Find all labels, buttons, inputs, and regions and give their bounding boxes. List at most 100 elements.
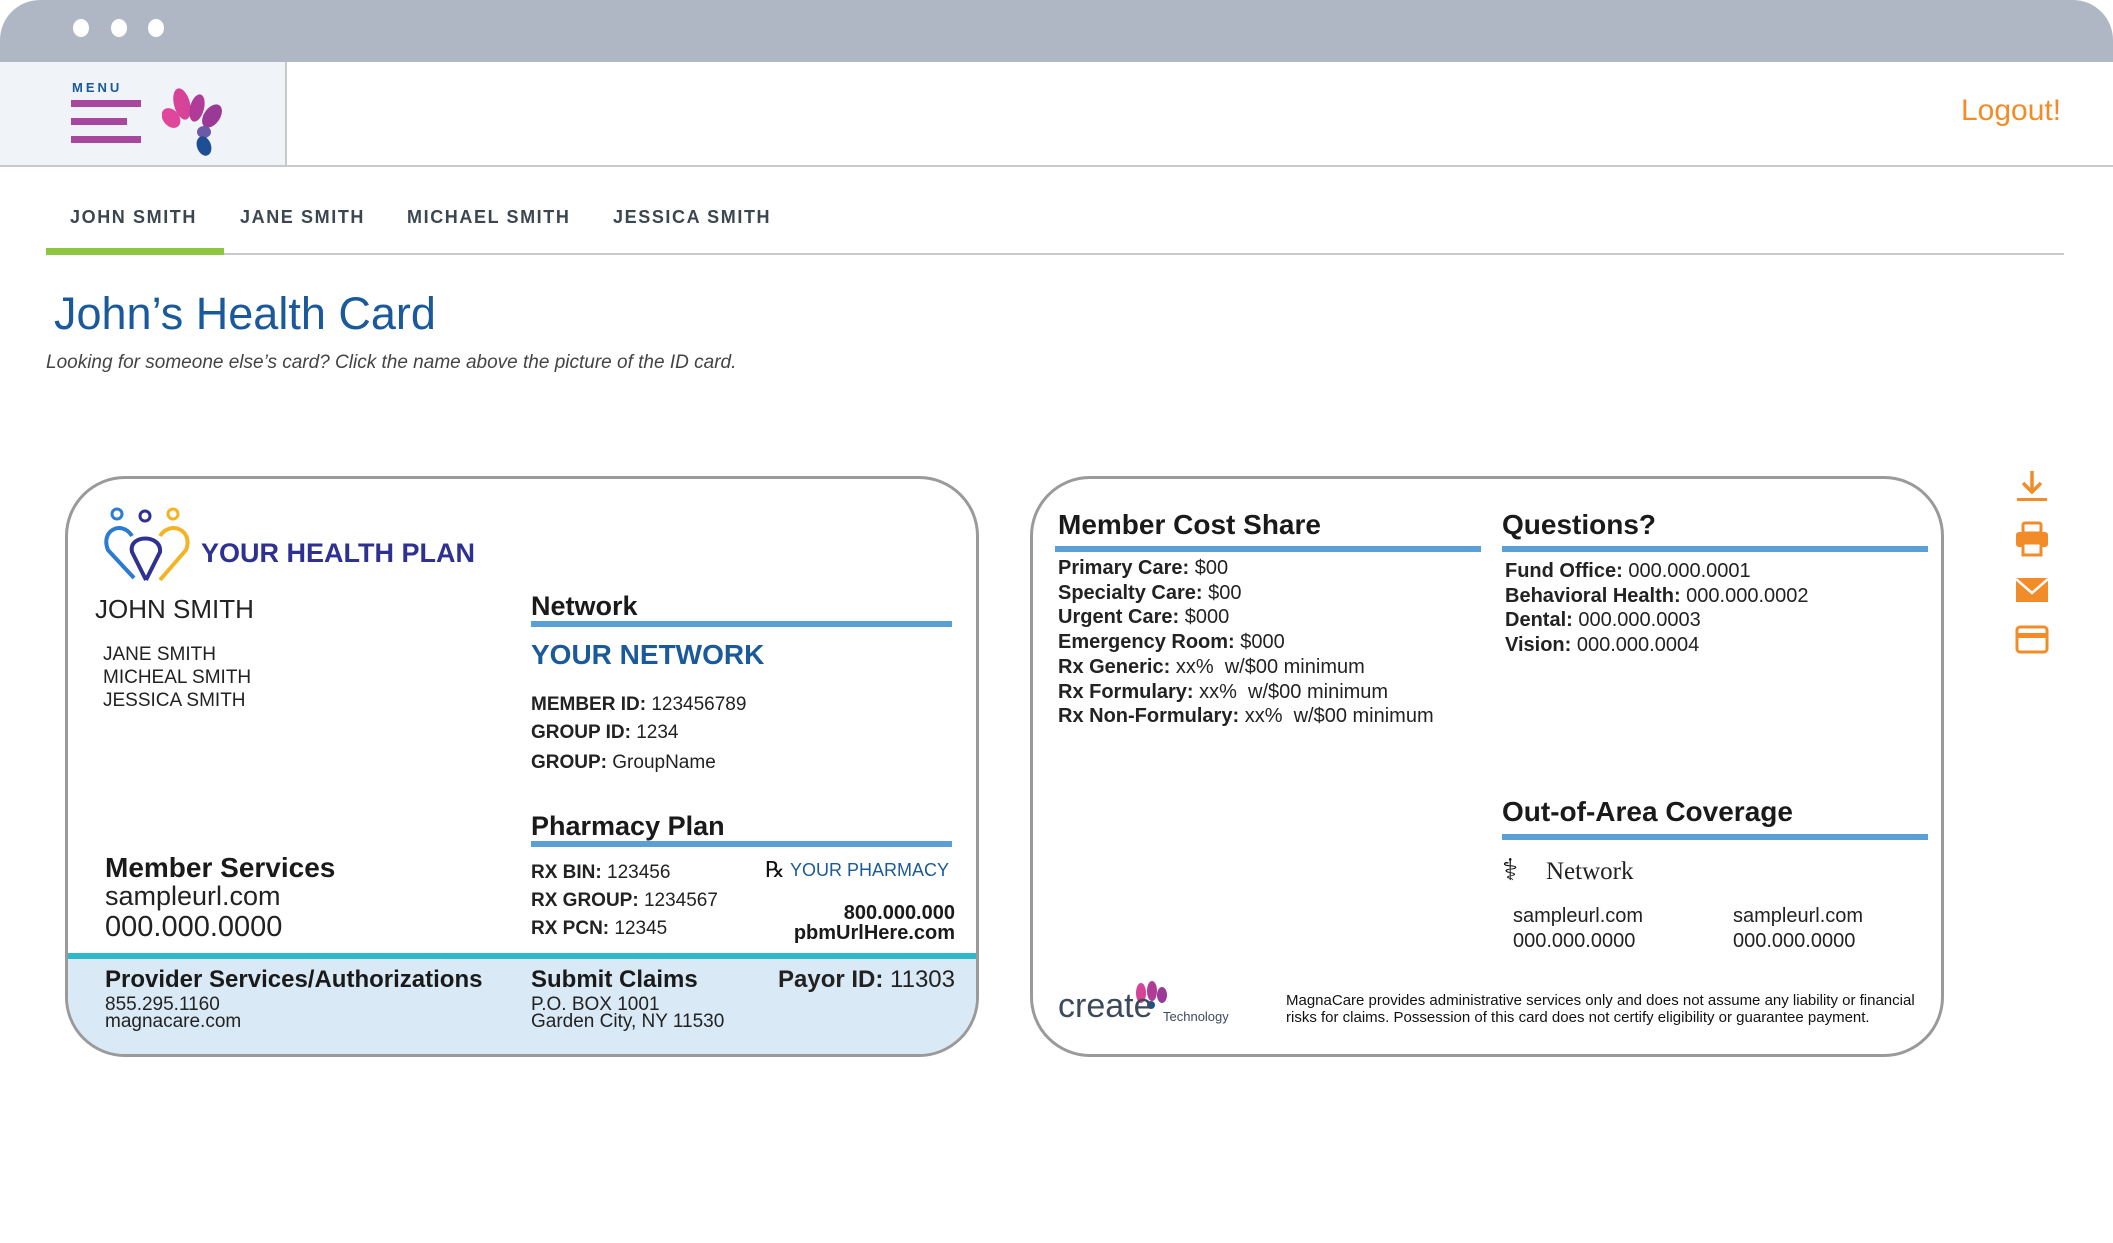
group-name: GROUP: GroupName [531,752,716,774]
value: 123456 [607,862,671,883]
section-rule [531,621,952,627]
pharmacy-url: pbmUrlHere.com [793,922,955,944]
questions-heading: Questions? [1502,509,1657,540]
label: RX BIN: [531,862,602,883]
value: 11303 [890,966,956,993]
create-logo-text: create [1058,987,1153,1025]
info-row: Emergency Room: $000 [1058,631,1285,654]
oac-network: Network [1546,858,1634,885]
value: 000.000.0001 [1628,560,1751,582]
value: $000 [1184,606,1230,629]
caduceus-icon: ⚕ [1502,854,1519,887]
provider-url: magnacare.com [105,1011,242,1032]
label: Vision: [1505,634,1572,657]
page-title: John’s Health Card [54,288,436,339]
value: 12345 [614,918,668,939]
info-row: Rx Non-Formulary: xx% w/$00 minimum [1058,705,1434,728]
submit-claims-heading: Submit Claims [531,966,698,993]
hamburger-icon [71,118,127,125]
window-maximize-button[interactable] [148,19,164,37]
hamburger-icon [71,136,141,143]
section-rule [1502,834,1928,840]
label: Urgent Care: [1058,606,1180,629]
info-row: Specialty Care: $00 [1058,582,1241,605]
label: MEMBER ID: [531,694,647,715]
group-id: GROUP ID: 1234 [531,722,679,744]
value: $000 [1240,631,1285,654]
print-icon[interactable] [2014,521,2050,557]
app-header [0,62,2113,167]
card-icon[interactable] [2014,622,2050,658]
label: RX PCN: [531,918,610,939]
label: Payor ID: [778,966,884,993]
value: $00 [1208,581,1242,604]
network-name: YOUR NETWORK [531,639,765,670]
value: 1234 [636,722,679,743]
pharmacy-name: YOUR PHARMACY [790,860,950,880]
value: 000.000.0003 [1578,609,1701,632]
window-close-button[interactable] [73,19,89,37]
plan-name: YOUR HEALTH PLAN [201,538,475,568]
label: GROUP ID: [531,722,631,743]
dependent-name: MICHEAL SMITH [103,667,252,688]
value: xx% w/$00 minimum [1199,680,1389,703]
menu-button[interactable]: MENU [0,62,287,167]
value: GroupName [612,752,716,773]
active-tab-indicator [46,248,224,255]
value: 1234567 [643,890,718,911]
tab-jessica-smith[interactable]: JESSICA SMITH [613,207,771,228]
email-icon[interactable] [2014,572,2050,608]
info-row: Behavioral Health: 000.000.0002 [1505,585,1809,608]
oac-phone: 000.000.0000 [1513,930,1636,952]
dependent-name: JESSICA SMITH [103,690,246,711]
value: $00 [1194,557,1229,579]
window-titlebar [0,0,2113,62]
label: Behavioral Health: [1505,584,1681,607]
provider-heading: Provider Services/Authorizations [105,966,483,993]
tab-john-smith[interactable]: JOHN SMITH [70,207,197,228]
rx-icon: ℞ [765,857,785,882]
pharmacy-heading: Pharmacy Plan [531,811,725,841]
network-heading: Network [531,591,638,621]
rx-group: RX GROUP: 1234567 [531,890,718,912]
download-icon[interactable] [2014,468,2050,504]
value: 123456789 [651,694,747,715]
dependent-name: JANE SMITH [103,644,216,665]
info-row: Primary Care: $00 [1058,557,1228,580]
info-row: Urgent Care: $000 [1058,606,1229,629]
member-services-phone: 000.000.0000 [105,911,283,943]
rx-pcn: RX PCN: 12345 [531,918,667,940]
section-rule [1055,546,1481,552]
member-services-url: sampleurl.com [105,881,281,911]
tabs-divider [46,253,2064,255]
label: Emergency Room: [1058,631,1235,654]
disclaimer: MagnaCare provides administrative servic… [1286,992,1915,1026]
label: Dental: [1505,609,1573,632]
tab-jane-smith[interactable]: JANE SMITH [240,207,365,228]
out-of-area-heading: Out-of-Area Coverage [1502,796,1793,827]
logout-link[interactable]: Logout! [1961,94,2061,128]
section-rule [1502,546,1928,552]
member-id: MEMBER ID: 123456789 [531,694,746,716]
info-row: Vision: 000.000.0004 [1505,634,1699,657]
oac-url: sampleurl.com [1733,905,1864,927]
value: xx% w/$00 minimum [1175,655,1365,678]
create-logo-sub: Technology [1163,1009,1229,1024]
info-row: Rx Formulary: xx% w/$00 minimum [1058,681,1388,704]
id-card-front: YOUR HEALTH PLAN JOHN SMITH JANE SMITH M… [65,476,979,1057]
label: Specialty Care: [1058,581,1203,604]
label: Rx Non-Formulary: [1058,705,1240,728]
oac-url: sampleurl.com [1513,905,1644,927]
label: Primary Care: [1058,557,1190,579]
label: Rx Generic: [1058,655,1171,678]
value: xx% w/$00 minimum [1244,705,1434,728]
tab-michael-smith[interactable]: MICHAEL SMITH [407,207,570,228]
hamburger-icon [71,100,141,107]
label: RX GROUP: [531,890,639,911]
rx-bin: RX BIN: 123456 [531,862,670,884]
member-services-heading: Member Services [105,852,336,883]
window-minimize-button[interactable] [111,19,127,37]
info-row: Rx Generic: xx% w/$00 minimum [1058,656,1365,679]
section-rule [531,841,952,847]
value: 000.000.0002 [1686,584,1809,607]
